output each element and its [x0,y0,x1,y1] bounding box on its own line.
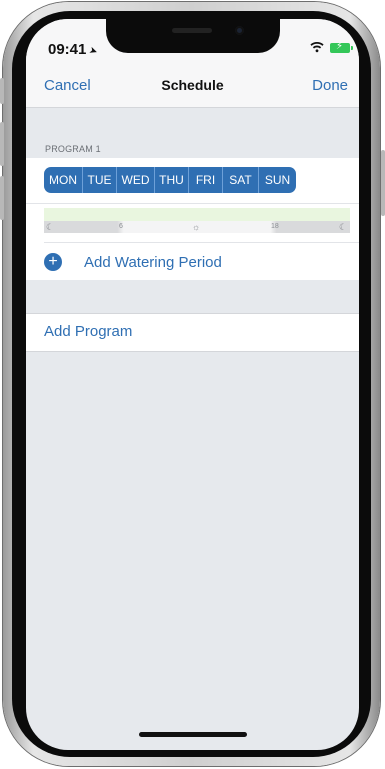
divider [44,242,359,243]
home-indicator[interactable] [139,732,247,737]
phone-screen: 09:41➤ ⚡ Cancel Schedule Done PROGRAM 1 … [26,19,359,750]
timeline-track [44,208,350,221]
device-notch [106,19,280,53]
sun-icon: ☼ [192,222,201,232]
program-section-header: PROGRAM 1 [45,144,101,154]
day-sat[interactable]: SAT [223,167,259,193]
volume-up-button [0,122,4,166]
location-arrow-icon: ➤ [87,44,100,59]
day-wed[interactable]: WED [117,167,155,193]
watering-timeline[interactable]: ☾ 6 ☼ 18 ☾ [44,208,350,234]
silent-switch [0,78,4,104]
weekday-selector: MON TUE WED THU FRI SAT SUN [44,167,296,193]
program-card: MON TUE WED THU FRI SAT SUN ☾ 6 ☼ 18 ☾ +… [26,158,359,280]
day-sun[interactable]: SUN [259,167,296,193]
day-thu[interactable]: THU [155,167,189,193]
moon-icon: ☾ [339,222,348,232]
done-button[interactable]: Done [312,77,348,94]
tick-label-18: 18 [271,223,279,230]
battery-charging-icon: ⚡ [330,41,353,53]
tick-label-6: 6 [119,223,123,230]
front-camera [235,26,244,35]
day-mon[interactable]: MON [44,167,83,193]
add-program-label: Add Program [44,323,133,340]
volume-down-button [0,176,4,220]
day-tue[interactable]: TUE [83,167,117,193]
bolt-icon: ⚡ [336,41,344,52]
page-title: Schedule [161,77,224,93]
wifi-icon [310,42,324,53]
status-time: 09:41➤ [48,41,100,59]
power-button [381,150,385,216]
speaker-grille [172,28,212,33]
moon-icon: ☾ [46,222,55,232]
plus-circle-icon: + [44,253,62,271]
divider [26,203,359,204]
navigation-bar: Cancel Schedule Done [26,63,359,108]
add-program-button[interactable]: Add Program [26,313,359,352]
add-watering-period-label: Add Watering Period [84,253,222,271]
day-fri[interactable]: FRI [189,167,223,193]
add-watering-period-button[interactable]: + Add Watering Period [44,250,222,274]
